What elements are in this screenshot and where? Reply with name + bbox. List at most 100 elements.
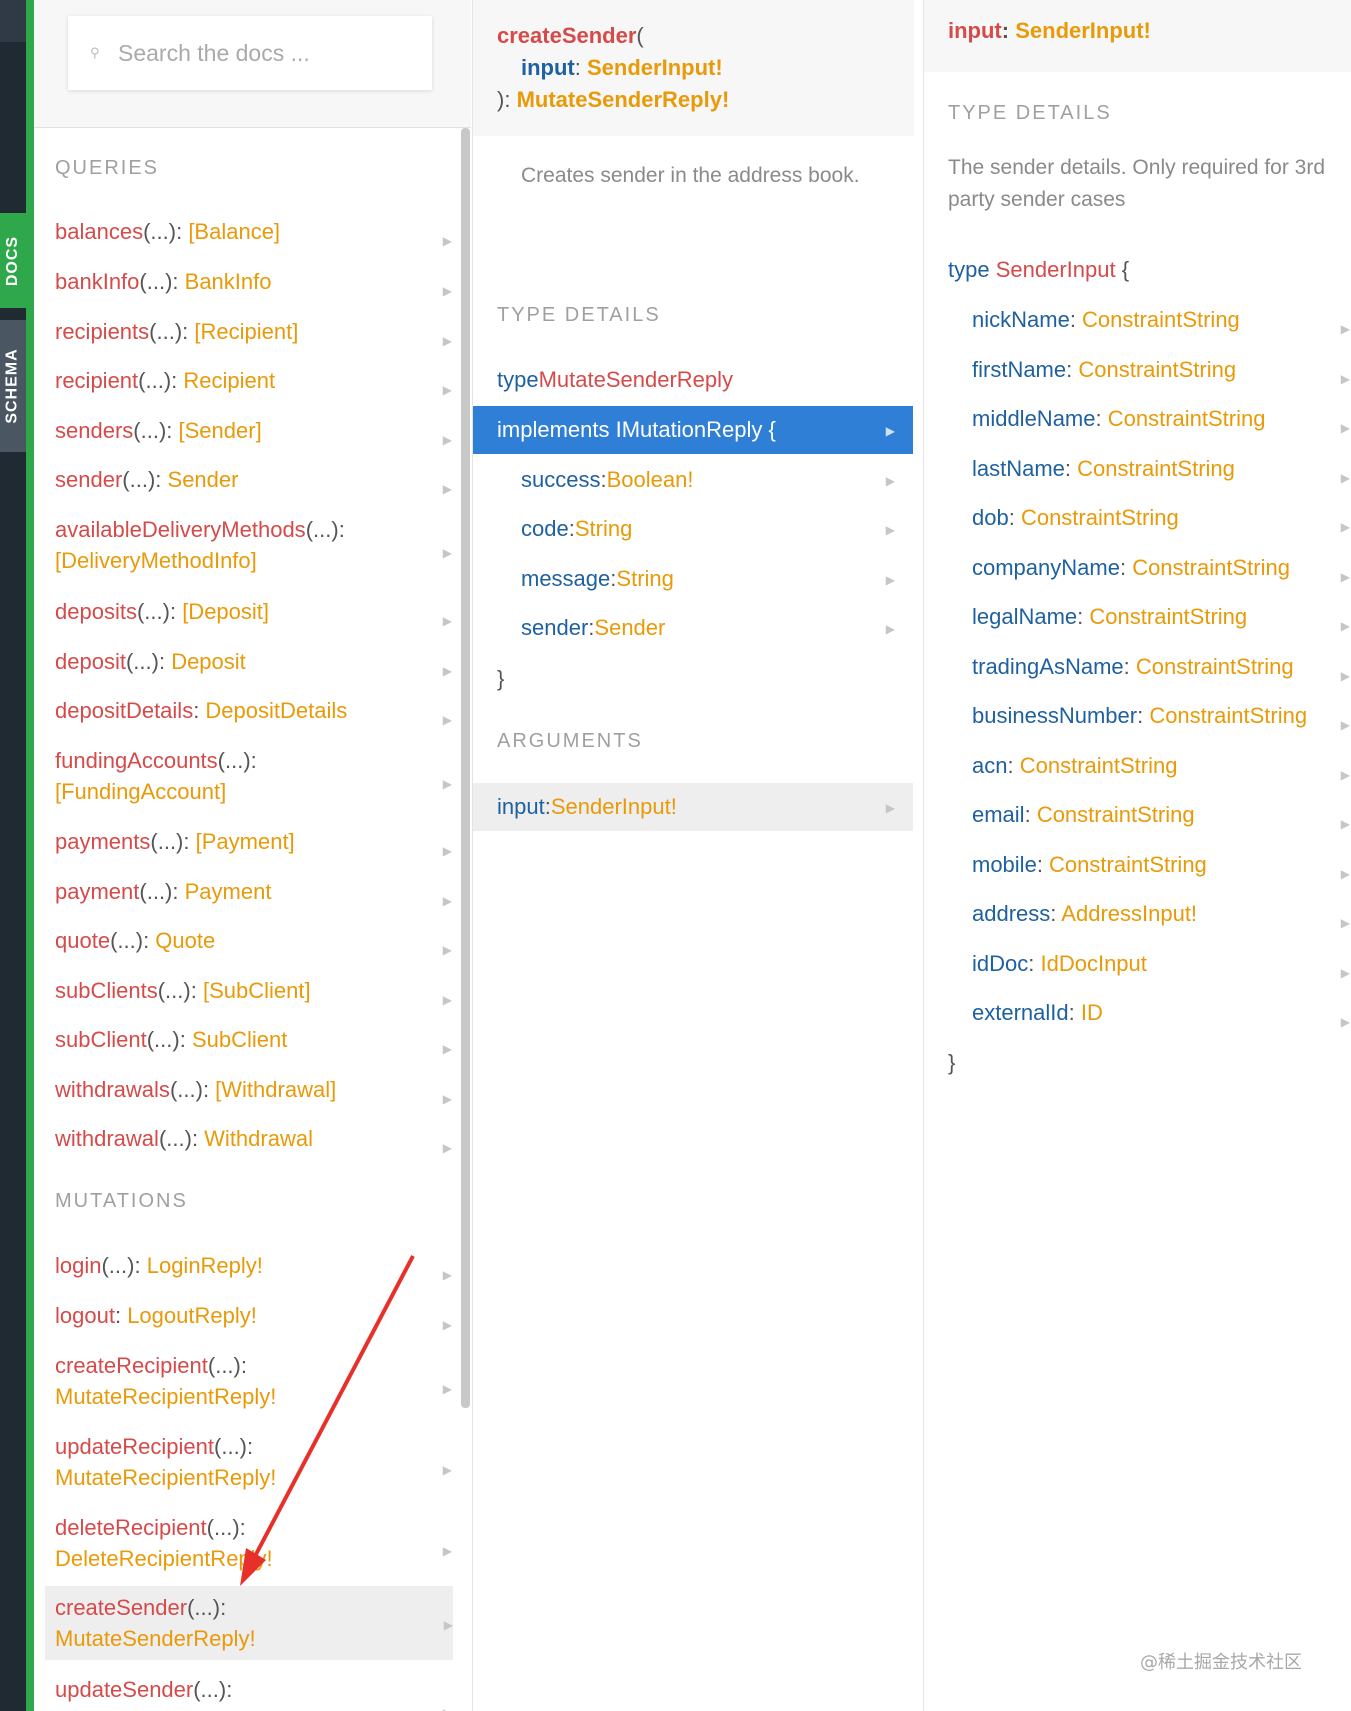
field-type[interactable]: Sender (168, 467, 239, 492)
list-item-recipients[interactable]: recipients(...): [Recipient] ▶ (55, 316, 452, 348)
input-field-legalName[interactable]: legalName: ConstraintString ▶ (972, 601, 1350, 633)
list-item-withdrawals[interactable]: withdrawals(...): [Withdrawal] ▶ (55, 1074, 452, 1106)
field-type[interactable]: Sender (594, 615, 665, 641)
field-type[interactable]: Deposit (171, 649, 246, 674)
field-type[interactable]: String (616, 566, 673, 592)
field-type[interactable]: ConstraintString (1108, 406, 1266, 431)
input-field-nickName[interactable]: nickName: ConstraintString ▶ (972, 304, 1350, 336)
field-type[interactable]: Withdrawal (204, 1126, 313, 1151)
field-type[interactable]: ConstraintString (1082, 307, 1240, 332)
field-type[interactable]: Quote (155, 928, 215, 953)
list-item-bankInfo[interactable]: bankInfo(...): BankInfo ▶ (55, 266, 452, 298)
list-item-quote[interactable]: quote(...): Quote ▶ (55, 925, 452, 957)
field-type[interactable]: LoginReply! (147, 1253, 263, 1278)
list-item-updateRecipient[interactable]: updateRecipient(...): MutateRecipientRepl… (55, 1431, 452, 1493)
field-type[interactable]: [DeliveryMethodInfo] (55, 548, 257, 573)
input-field-firstName[interactable]: firstName: ConstraintString ▶ (972, 354, 1350, 386)
field-type[interactable]: MutateRecipientReply! (55, 1384, 276, 1409)
field-type[interactable]: ConstraintString (1078, 357, 1236, 382)
field-type[interactable]: [Recipient] (194, 319, 298, 344)
field-type[interactable]: String (575, 516, 632, 542)
field-type[interactable]: [FundingAccount] (55, 779, 226, 804)
field-type[interactable]: Boolean! (607, 467, 694, 493)
docs-tab[interactable]: DOCS (0, 213, 26, 308)
list-item-login[interactable]: login(...): LoginReply! ▶ (55, 1250, 452, 1282)
field-separator: : (171, 368, 184, 393)
field-type[interactable]: [Withdrawal] (215, 1077, 336, 1102)
input-field-mobile[interactable]: mobile: ConstraintString ▶ (972, 849, 1350, 881)
list-item-logout[interactable]: logout: LogoutReply! ▶ (55, 1300, 452, 1332)
input-field-idDoc[interactable]: idDoc: IdDocInput ▶ (972, 948, 1350, 980)
triangle-right-icon: ▶ (442, 1141, 452, 1155)
input-field-email[interactable]: email: ConstraintString ▶ (972, 799, 1350, 831)
type-field-message[interactable]: message: String ▶ (473, 555, 913, 603)
field-type[interactable]: [Balance] (188, 219, 280, 244)
list-item-availableDeliveryMethods[interactable]: availableDeliveryMethods(...): [DeliveryM… (55, 514, 452, 576)
list-item-recipient[interactable]: recipient(...): Recipient ▶ (55, 365, 452, 397)
field-type[interactable]: [Sender] (179, 418, 262, 443)
list-item-payments[interactable]: payments(...): [Payment] ▶ (55, 826, 452, 858)
field-type[interactable]: ConstraintString (1089, 604, 1247, 629)
implements-row[interactable]: implements IMutationReply { ▶ (473, 406, 913, 454)
field-type[interactable]: ConstraintString (1037, 802, 1195, 827)
list-item-deposits[interactable]: deposits(...): [Deposit] ▶ (55, 596, 452, 628)
field-type[interactable]: Recipient (183, 368, 275, 393)
field-type[interactable]: [Payment] (196, 829, 295, 854)
input-field-tradingAsName[interactable]: tradingAsName: ConstraintString ▶ (972, 651, 1350, 683)
search-input[interactable] (118, 39, 418, 67)
field-type[interactable]: ConstraintString (1021, 505, 1179, 530)
input-field-companyName[interactable]: companyName: ConstraintString ▶ (972, 552, 1350, 584)
list-item-fundingAccounts[interactable]: fundingAccounts(...): [FundingAccount] ▶ (55, 745, 452, 807)
input-field-dob[interactable]: dob: ConstraintString ▶ (972, 502, 1350, 534)
list-item-withdrawal[interactable]: withdrawal(...): Withdrawal ▶ (55, 1123, 452, 1155)
sig-arg-type[interactable]: SenderInput! (587, 55, 723, 80)
list-item-deposit[interactable]: deposit(...): Deposit ▶ (55, 646, 452, 678)
field-type[interactable]: AddressInput! (1061, 901, 1197, 926)
sig-return-type[interactable]: MutateSenderReply! (517, 87, 730, 112)
field-type[interactable]: BankInfo (185, 269, 272, 294)
pane-scrollbar[interactable] (461, 128, 470, 1408)
input-field-address[interactable]: address: AddressInput! ▶ (972, 898, 1350, 930)
field-type[interactable]: ConstraintString (1132, 555, 1290, 580)
list-item-balances[interactable]: balances(...): [Balance] ▶ (55, 216, 452, 248)
field-type[interactable]: [Deposit] (182, 599, 269, 624)
field-type[interactable]: ConstraintString (1077, 456, 1235, 481)
list-item-subClients[interactable]: subClients(...): [SubClient] ▶ (55, 975, 452, 1007)
type-field-code[interactable]: code: String ▶ (473, 505, 913, 553)
field-type[interactable]: ConstraintString (1049, 852, 1207, 877)
field-type[interactable]: ConstraintString (1136, 654, 1294, 679)
field-type[interactable]: DeleteRecipientReply! (55, 1546, 273, 1571)
field-type[interactable]: Payment (185, 879, 272, 904)
field-type[interactable]: SubClient (192, 1027, 287, 1052)
arg-head-type[interactable]: SenderInput! (1015, 18, 1151, 43)
field-type[interactable]: IdDocInput (1040, 951, 1146, 976)
argument-detail-pane: input: SenderInput! TYPE DETAILS The sen… (923, 0, 1351, 1711)
list-item-depositDetails[interactable]: depositDetails: DepositDetails ▶ (55, 695, 452, 727)
field-type[interactable]: ConstraintString (1149, 703, 1307, 728)
type-field-success[interactable]: success: Boolean! ▶ (473, 456, 913, 504)
list-item-updateSender[interactable]: updateSender(...): ▶ (55, 1674, 452, 1711)
field-type[interactable]: MutateRecipientReply! (55, 1465, 276, 1490)
field-type[interactable]: ID (1081, 1000, 1103, 1025)
input-field-acn[interactable]: acn: ConstraintString ▶ (972, 750, 1350, 782)
list-item-subClient[interactable]: subClient(...): SubClient ▶ (55, 1024, 452, 1056)
field-type[interactable]: LogoutReply! (127, 1303, 257, 1328)
input-field-externalId[interactable]: externalId: ID ▶ (972, 997, 1350, 1029)
input-field-lastName[interactable]: lastName: ConstraintString ▶ (972, 453, 1350, 485)
list-item-sender[interactable]: sender(...): Sender ▶ (55, 464, 452, 496)
list-item-senders[interactable]: senders(...): [Sender] ▶ (55, 415, 452, 447)
list-item-payment[interactable]: payment(...): Payment ▶ (55, 876, 452, 908)
field-type[interactable]: [SubClient] (203, 978, 311, 1003)
list-item-createRecipient[interactable]: createRecipient(...): MutateRecipientRepl… (55, 1350, 452, 1412)
input-field-middleName[interactable]: middleName: ConstraintString ▶ (972, 403, 1350, 435)
list-item-deleteRecipient[interactable]: deleteRecipient(...): DeleteRecipientRepl… (55, 1512, 452, 1574)
type-field-sender[interactable]: sender: Sender ▶ (473, 604, 913, 652)
list-item-createSender[interactable]: createSender(...): MutateSenderReply! ▶ (45, 1586, 453, 1660)
argument-row-input[interactable]: input: SenderInput! ▶ (473, 783, 913, 831)
input-field-businessNumber[interactable]: businessNumber: ConstraintString ▶ (972, 700, 1350, 732)
schema-tab[interactable]: SCHEMA (0, 320, 26, 452)
field-type[interactable]: DepositDetails (205, 698, 347, 723)
field-type[interactable]: ConstraintString (1020, 753, 1178, 778)
field-name: address (972, 901, 1051, 926)
field-type[interactable]: MutateSenderReply! (55, 1626, 256, 1651)
